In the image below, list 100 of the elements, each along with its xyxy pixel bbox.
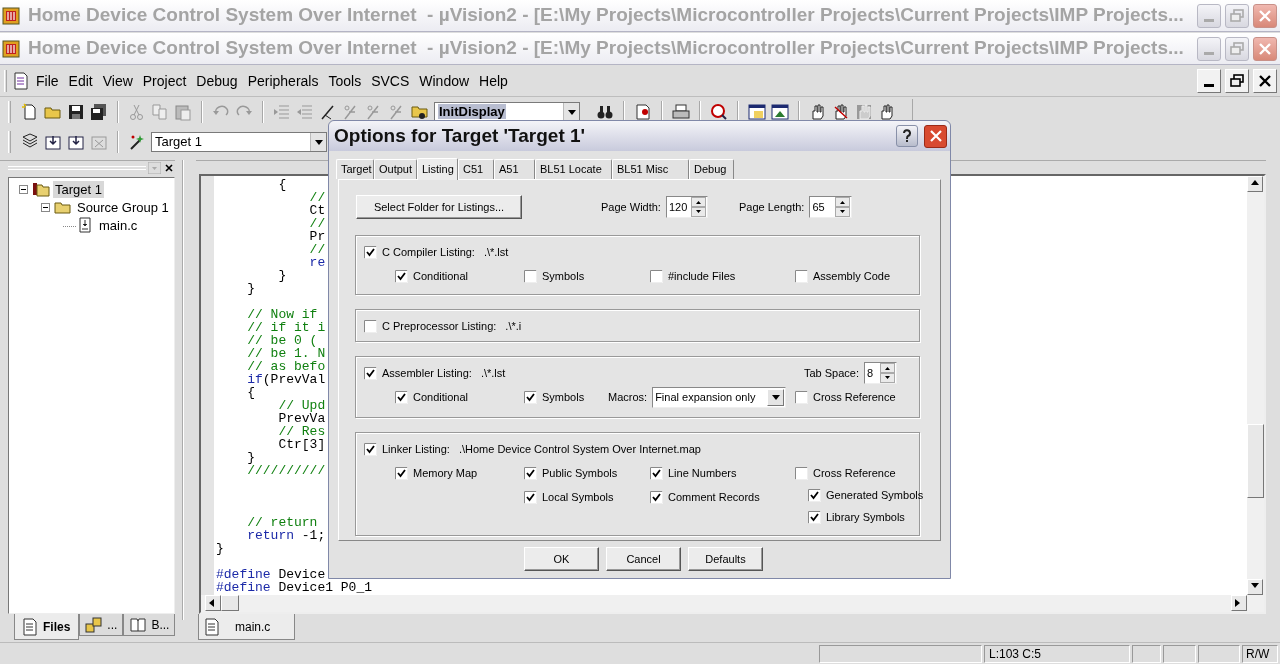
panel-tab[interactable]: ...: [79, 614, 124, 636]
dialog-button[interactable]: Cancel: [606, 547, 681, 571]
hand-icon[interactable]: [809, 103, 827, 121]
checkbox[interactable]: [524, 269, 537, 283]
checkbox[interactable]: [650, 466, 663, 480]
panel-tab[interactable]: B...: [123, 614, 176, 636]
tree-item[interactable]: Source Group 1: [75, 198, 171, 216]
code-line: {: [277, 178, 287, 191]
code-line: Ctr[3]: [277, 438, 326, 451]
checkbox[interactable]: [650, 490, 663, 504]
tab[interactable]: Output: [374, 159, 417, 179]
window-title: Home Device Control System Over Internet - µVision2 - [E:\My Projects\Microcontroller Projects\Current Projects\IMP Projects...: [28, 3, 1185, 28]
listing-path: .\*.lst: [480, 365, 506, 381]
caret-icon[interactable]: [314, 139, 323, 145]
checkbox[interactable]: [795, 466, 808, 480]
download-icon[interactable]: [67, 133, 85, 151]
spin-arrows-icon[interactable]: [880, 363, 895, 383]
spin-arrows-icon[interactable]: [690, 197, 706, 217]
checkbox[interactable]: [364, 245, 377, 259]
dialog-button[interactable]: Defaults: [688, 547, 763, 571]
checkbox[interactable]: [364, 319, 377, 333]
dropdown-field[interactable]: InitDisplay: [434, 102, 580, 122]
panel-tab[interactable]: Files: [14, 614, 80, 640]
code-line: Pr: [308, 230, 326, 243]
checkbox[interactable]: [650, 269, 663, 283]
restore-icon[interactable]: [1230, 74, 1244, 87]
menu-item[interactable]: Project: [137, 71, 192, 90]
menu-item[interactable]: SVCS: [366, 71, 415, 90]
field-label: Macros:: [608, 389, 648, 405]
scrollbar-thumb[interactable]: [1247, 424, 1264, 498]
checkbox[interactable]: [795, 269, 808, 283]
checkbox[interactable]: [395, 390, 408, 404]
menu-item[interactable]: Edit: [63, 71, 98, 90]
magnifier-icon[interactable]: [710, 103, 728, 121]
tree-item[interactable]: main.c: [97, 216, 140, 234]
tab[interactable]: Target: [336, 159, 374, 179]
checkbox[interactable]: [795, 390, 808, 404]
tab[interactable]: BL51 Locate: [535, 159, 612, 179]
binoculars-icon[interactable]: [596, 103, 614, 121]
tree-item[interactable]: Target 1: [53, 180, 104, 198]
close-button[interactable]: [924, 124, 947, 148]
menu-item[interactable]: Tools: [323, 71, 367, 90]
new-file-icon[interactable]: [21, 103, 39, 121]
wand-icon[interactable]: [128, 133, 146, 151]
window-icon[interactable]: [771, 103, 789, 121]
scrollbar-thumb[interactable]: [221, 595, 239, 611]
tab[interactable]: Listing: [417, 158, 458, 180]
checkbox[interactable]: [524, 490, 537, 504]
select-folder-button[interactable]: Select Folder for Listings...: [356, 195, 522, 219]
collapse-icon[interactable]: [41, 202, 50, 212]
document-icon: [12, 71, 30, 90]
menu-item[interactable]: File: [31, 71, 64, 90]
checkbox-label: Comment Records: [668, 489, 760, 505]
document-icon[interactable]: [203, 617, 221, 636]
dropdown-field[interactable]: Final expansion only: [652, 386, 787, 408]
dialog-button[interactable]: OK: [524, 547, 599, 571]
hand-icon[interactable]: [832, 103, 850, 121]
checkbox[interactable]: [364, 442, 377, 456]
menu-item[interactable]: Peripherals: [242, 71, 324, 90]
checkbox[interactable]: [364, 366, 377, 380]
hand-icon[interactable]: [878, 103, 896, 121]
menu-item[interactable]: Debug: [191, 71, 243, 90]
close-icon[interactable]: [1259, 74, 1271, 87]
collapse-icon[interactable]: [19, 184, 28, 194]
checkbox[interactable]: [524, 390, 537, 404]
checkbox[interactable]: [395, 269, 408, 283]
checkbox[interactable]: [395, 466, 408, 480]
menu-item[interactable]: View: [97, 71, 138, 90]
checkbox-label: Symbols: [542, 389, 585, 405]
editor-tab[interactable]: main.c: [198, 614, 296, 640]
save-icon[interactable]: [67, 103, 85, 121]
help-button[interactable]: [896, 125, 918, 147]
menu-item[interactable]: Window: [414, 71, 475, 90]
tab[interactable]: A51: [494, 159, 535, 179]
spin-arrows-icon[interactable]: [835, 197, 851, 217]
menu-item[interactable]: Help: [474, 71, 513, 90]
folder-search-icon[interactable]: [411, 103, 429, 121]
close-icon[interactable]: [163, 161, 175, 174]
document-icon[interactable]: [634, 103, 652, 121]
code-line: //////////: [246, 464, 326, 477]
tab[interactable]: Debug: [689, 159, 734, 179]
stacked-boxes-icon[interactable]: [85, 615, 104, 634]
code-line: #define Device1 P0_1: [216, 581, 373, 594]
dropdown-field[interactable]: Target 1: [151, 132, 327, 152]
window-icon[interactable]: [748, 103, 766, 121]
download-icon[interactable]: [44, 133, 62, 151]
question-icon[interactable]: [902, 129, 912, 143]
tab[interactable]: BL51 Misc: [612, 159, 689, 179]
caret-icon[interactable]: [567, 109, 576, 115]
book-icon[interactable]: [129, 615, 148, 634]
caret-icon[interactable]: [771, 394, 780, 400]
checkbox[interactable]: [808, 488, 821, 502]
save-all-icon[interactable]: [90, 103, 108, 121]
minimize-icon[interactable]: [1204, 83, 1214, 87]
checkbox[interactable]: [524, 466, 537, 480]
checkbox-label: Conditional: [413, 268, 469, 284]
printer-icon[interactable]: [672, 103, 690, 121]
tab[interactable]: C51: [458, 159, 494, 179]
checkbox[interactable]: [808, 510, 821, 524]
document-icon[interactable]: [21, 617, 39, 636]
